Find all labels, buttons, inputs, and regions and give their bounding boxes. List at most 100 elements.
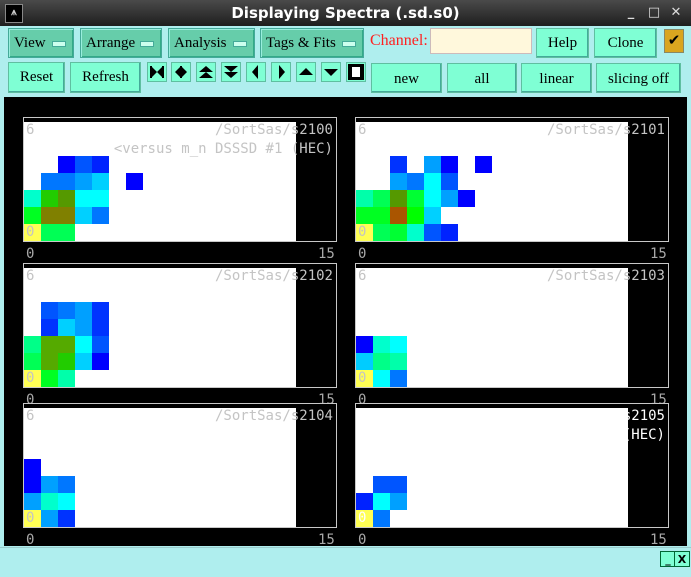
tags-fits-menu[interactable]: Tags & Fits bbox=[260, 28, 364, 58]
spectrum-name: /SortSas/s2102 bbox=[214, 268, 333, 284]
x-max-label: 15 bbox=[318, 532, 335, 548]
menu-indicator-icon bbox=[233, 41, 247, 47]
minimize-window-icon[interactable]: _ bbox=[622, 4, 640, 22]
channel-label: Channel: bbox=[370, 32, 428, 49]
x-max-label: 15 bbox=[650, 532, 667, 548]
histogram-cell bbox=[58, 336, 75, 353]
full-view-icon bbox=[348, 64, 364, 80]
checkbox[interactable]: ✔ bbox=[664, 29, 684, 53]
new-button[interactable]: new bbox=[371, 63, 442, 93]
x-max-label: 15 bbox=[318, 246, 335, 262]
refresh-button[interactable]: Refresh bbox=[70, 62, 141, 93]
histogram-cell bbox=[373, 510, 390, 527]
y-max-label: 6 bbox=[26, 268, 35, 284]
channel-input[interactable] bbox=[430, 28, 532, 54]
y-min-label: 0 bbox=[358, 224, 367, 240]
histogram-cell bbox=[58, 370, 75, 387]
status-bar bbox=[0, 547, 691, 572]
histogram-cell bbox=[390, 353, 407, 370]
spectrum-panel[interactable]: 6 0/SortSas/s2102 bbox=[23, 263, 337, 388]
maximize-window-icon[interactable]: □ bbox=[645, 4, 663, 22]
histogram-cell bbox=[356, 353, 373, 370]
spectrum-panel[interactable]: 6 0/SortSas/s2101 bbox=[355, 117, 669, 242]
histogram-cell bbox=[458, 190, 475, 207]
spectrum-name: /SortSas/s2101 bbox=[546, 122, 665, 138]
histogram-cell bbox=[390, 207, 407, 224]
scroll-up-button[interactable] bbox=[296, 62, 316, 82]
compress-vertical-button[interactable] bbox=[221, 62, 241, 82]
full-view-button[interactable] bbox=[346, 62, 366, 82]
close-button[interactable]: X bbox=[674, 551, 690, 567]
scroll-right-button[interactable] bbox=[271, 62, 291, 82]
histogram-cell bbox=[390, 173, 407, 190]
clone-button[interactable]: Clone bbox=[594, 28, 657, 58]
histogram-cell bbox=[58, 353, 75, 370]
help-button[interactable]: Help bbox=[536, 28, 589, 58]
expand-vertical-icon bbox=[199, 66, 213, 78]
spectrum-panel[interactable]: 6 0/SortSas/s2104 bbox=[23, 403, 337, 528]
histogram-cell bbox=[373, 336, 390, 353]
histogram-cell bbox=[92, 302, 109, 319]
histogram-cell bbox=[24, 493, 41, 510]
spectrum-name: /SortSas/s2103 bbox=[546, 268, 665, 284]
spectrum-panel[interactable]: 6 0/SortSas/s2105 <versus m_n DSSSD #1 (HE… bbox=[355, 403, 669, 528]
histogram-cell bbox=[75, 353, 92, 370]
histogram-cell bbox=[41, 510, 58, 527]
all-button[interactable]: all bbox=[447, 63, 517, 93]
expand-horizontal-icon bbox=[150, 66, 164, 78]
spectrum-subtitle: <versus m_n DSSSD #1 (HEC) bbox=[445, 427, 665, 443]
y-max-label: 6 bbox=[26, 122, 35, 138]
left-arrow-icon bbox=[252, 65, 258, 79]
analysis-menu-label: Analysis bbox=[174, 35, 227, 51]
histogram-cell bbox=[41, 370, 58, 387]
y-max-label: 6 bbox=[358, 408, 367, 424]
compress-horizontal-icon bbox=[175, 66, 187, 78]
histogram-cell bbox=[75, 190, 92, 207]
down-arrow-icon bbox=[324, 69, 338, 76]
histogram-cell bbox=[58, 190, 75, 207]
histogram-cell bbox=[475, 156, 492, 173]
histogram-cell bbox=[373, 493, 390, 510]
spectrum-subtitle: <versus m_n DSSSD #1 (HEC) bbox=[113, 141, 333, 157]
y-max-label: 6 bbox=[358, 268, 367, 284]
view-menu[interactable]: View bbox=[8, 28, 74, 58]
slicing-button[interactable]: slicing off bbox=[596, 63, 681, 93]
histogram-cell bbox=[373, 207, 390, 224]
x-min-label: 0 bbox=[358, 532, 367, 548]
analysis-menu[interactable]: Analysis bbox=[168, 28, 255, 58]
histogram-cell bbox=[441, 156, 458, 173]
linear-button[interactable]: linear bbox=[521, 63, 592, 93]
spectrum-name: /SortSas/s2100 bbox=[214, 122, 333, 138]
scroll-left-button[interactable] bbox=[246, 62, 266, 82]
histogram-cell bbox=[58, 302, 75, 319]
arrange-menu[interactable]: Arrange bbox=[80, 28, 162, 58]
histogram-cell bbox=[75, 207, 92, 224]
histogram-cell bbox=[92, 353, 109, 370]
spectrum-panel[interactable]: 6 0/SortSas/s2100 <versus m_n DSSSD #1 (HE… bbox=[23, 117, 337, 242]
histogram-cell bbox=[75, 173, 92, 190]
histogram-cell bbox=[424, 173, 441, 190]
reset-button[interactable]: Reset bbox=[8, 62, 65, 93]
histogram-cell bbox=[41, 190, 58, 207]
histogram-cell bbox=[441, 173, 458, 190]
y-max-label: 6 bbox=[358, 122, 367, 138]
histogram-cell bbox=[390, 493, 407, 510]
histogram-cell bbox=[41, 224, 58, 241]
menu-indicator-icon bbox=[342, 41, 356, 47]
close-window-icon[interactable]: ✕ bbox=[667, 4, 685, 22]
expand-horizontal-button[interactable] bbox=[147, 62, 167, 82]
compress-horizontal-button[interactable] bbox=[171, 62, 191, 82]
spectrum-panel[interactable]: 6 0/SortSas/s2103 bbox=[355, 263, 669, 388]
histogram-cell bbox=[424, 190, 441, 207]
expand-vertical-button[interactable] bbox=[196, 62, 216, 82]
histogram-cell bbox=[356, 190, 373, 207]
histogram-cell bbox=[356, 493, 373, 510]
x-min-label: 0 bbox=[26, 246, 35, 262]
spectra-canvas[interactable]: 6 0/SortSas/s2100 <versus m_n DSSSD #1 (HE… bbox=[4, 97, 687, 548]
histogram-cell bbox=[58, 207, 75, 224]
y-min-label: 0 bbox=[358, 370, 367, 386]
histogram-cell bbox=[407, 207, 424, 224]
scroll-down-button[interactable] bbox=[321, 62, 341, 82]
histogram-cell bbox=[24, 336, 41, 353]
histogram-cell bbox=[75, 302, 92, 319]
